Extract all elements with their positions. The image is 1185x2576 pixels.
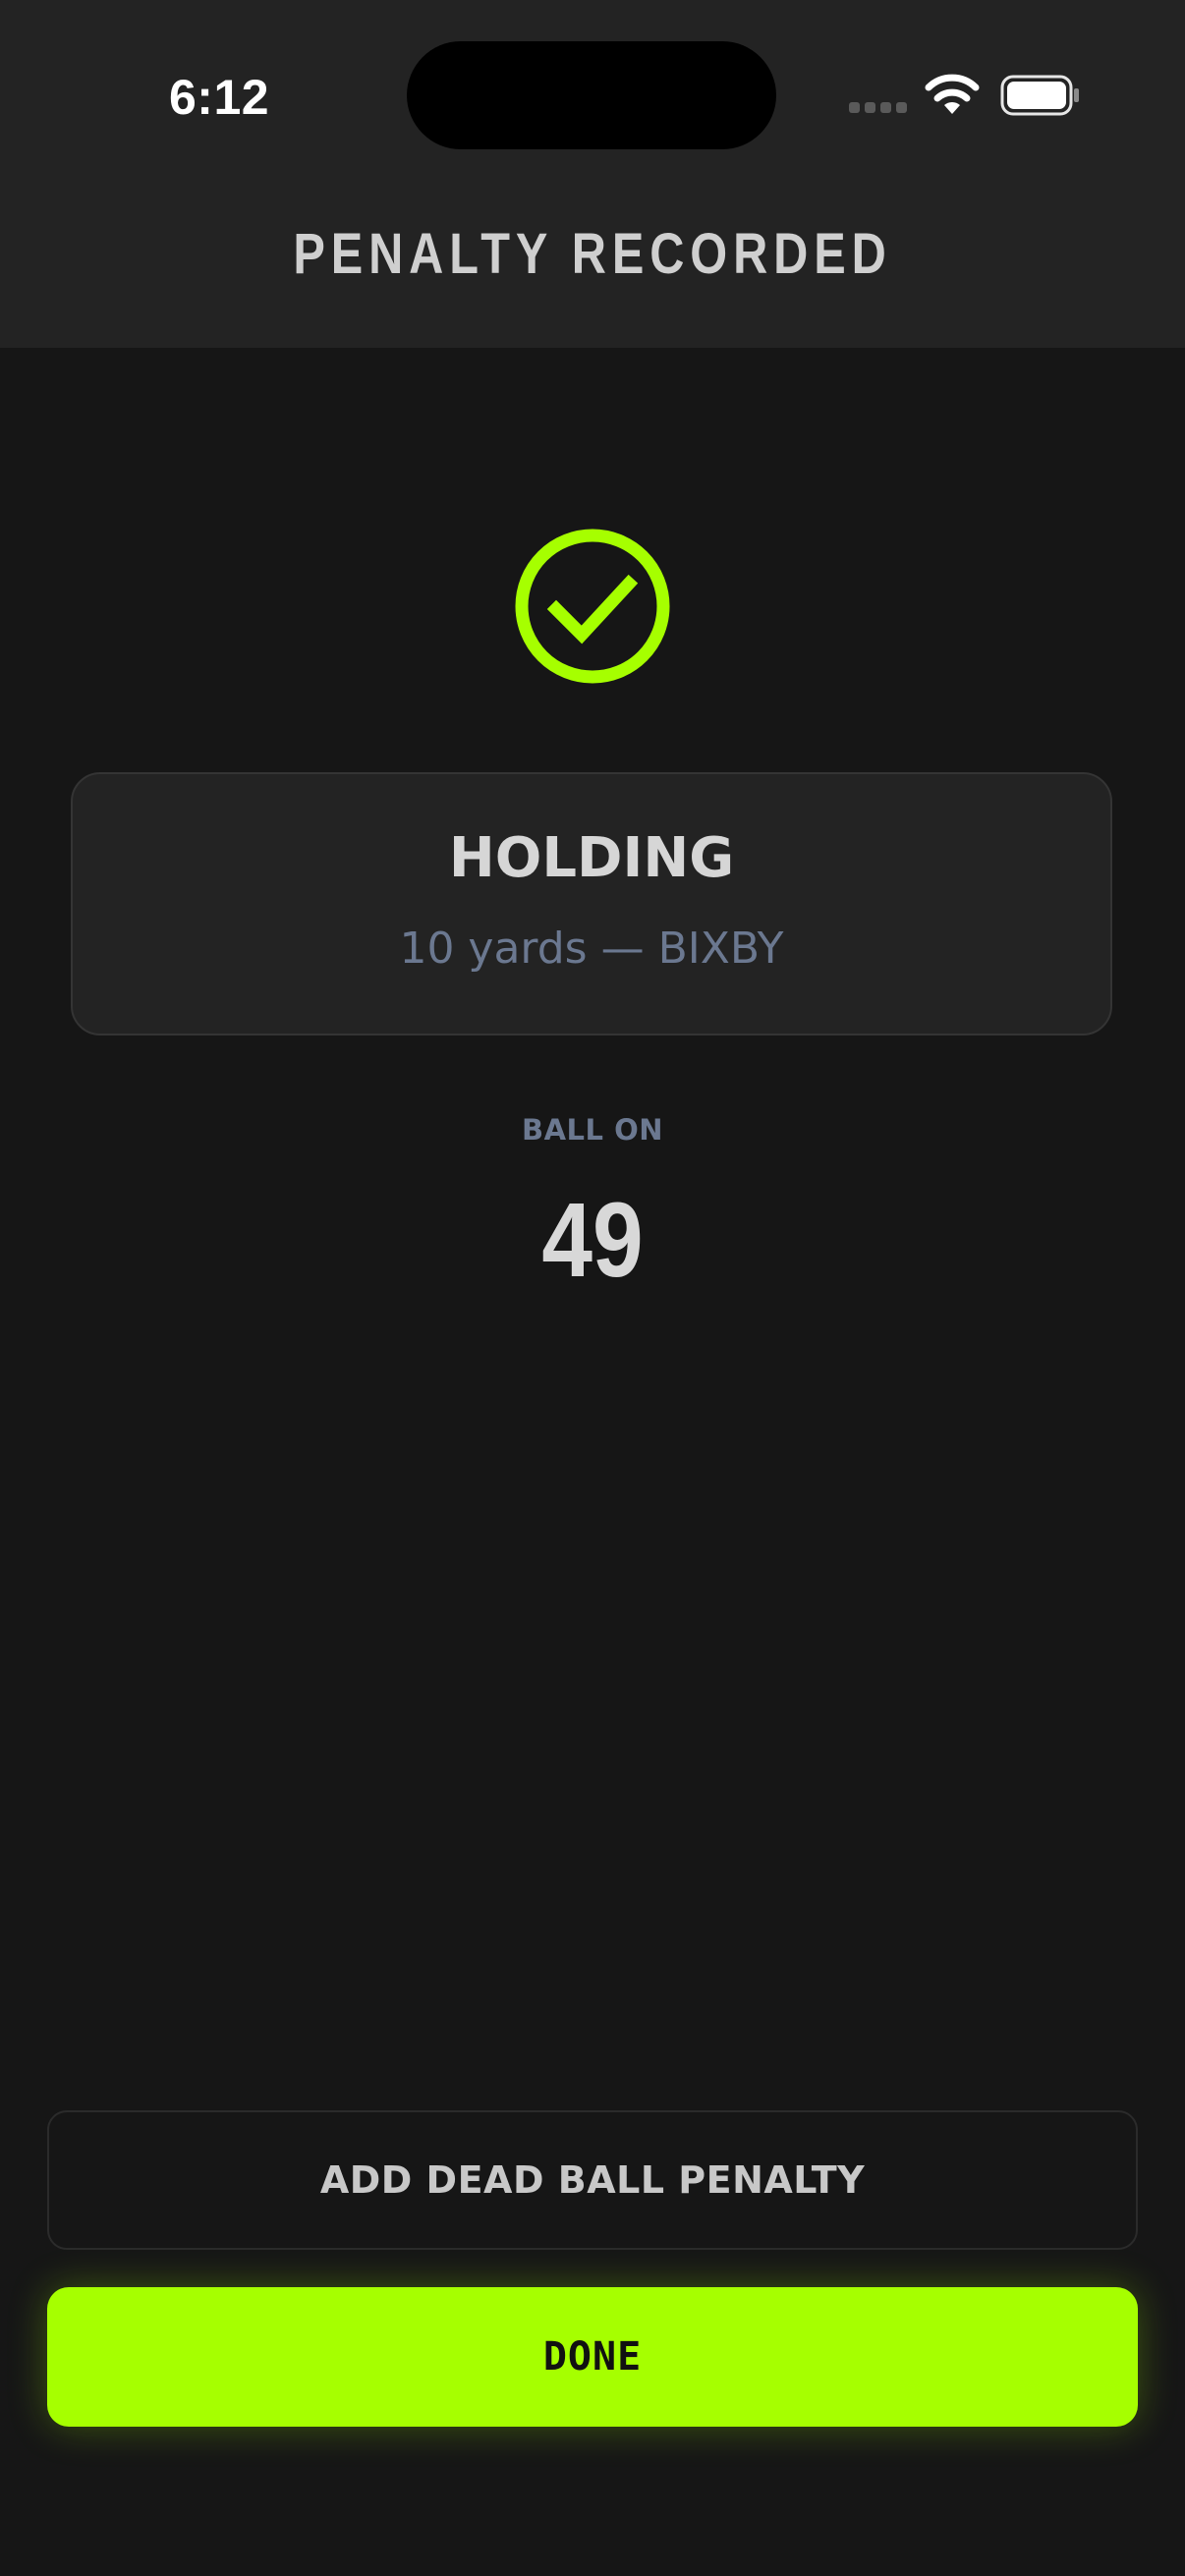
header-bar: 6:12 PENALTY RECORDED (0, 0, 1185, 348)
ball-on-label: BALL ON (521, 1113, 664, 1147)
signal-dots-icon (849, 102, 908, 114)
add-dead-ball-penalty-button[interactable]: ADD DEAD BALL PENALTY (47, 2110, 1138, 2250)
dynamic-island (407, 41, 776, 149)
status-time: 6:12 (169, 70, 270, 125)
done-label: DONE (542, 2334, 643, 2380)
page-title: PENALTY RECORDED (293, 222, 892, 286)
battery-icon (1000, 75, 1079, 116)
penalty-summary-card: HOLDING 10 yards — BIXBY (71, 772, 1112, 1036)
penalty-recorded-screen: 6:12 PENALTY RECORDED HOLDING 10 yards —… (0, 0, 1185, 2576)
check-circle-icon (515, 529, 670, 684)
penalty-detail: 10 yards — BIXBY (399, 924, 784, 974)
add-dead-ball-penalty-label: ADD DEAD BALL PENALTY (319, 2158, 866, 2202)
ball-on-value: 49 (541, 1180, 644, 1299)
wifi-icon (925, 74, 980, 114)
penalty-name: HOLDING (448, 826, 735, 890)
done-button[interactable]: DONE (47, 2287, 1138, 2427)
